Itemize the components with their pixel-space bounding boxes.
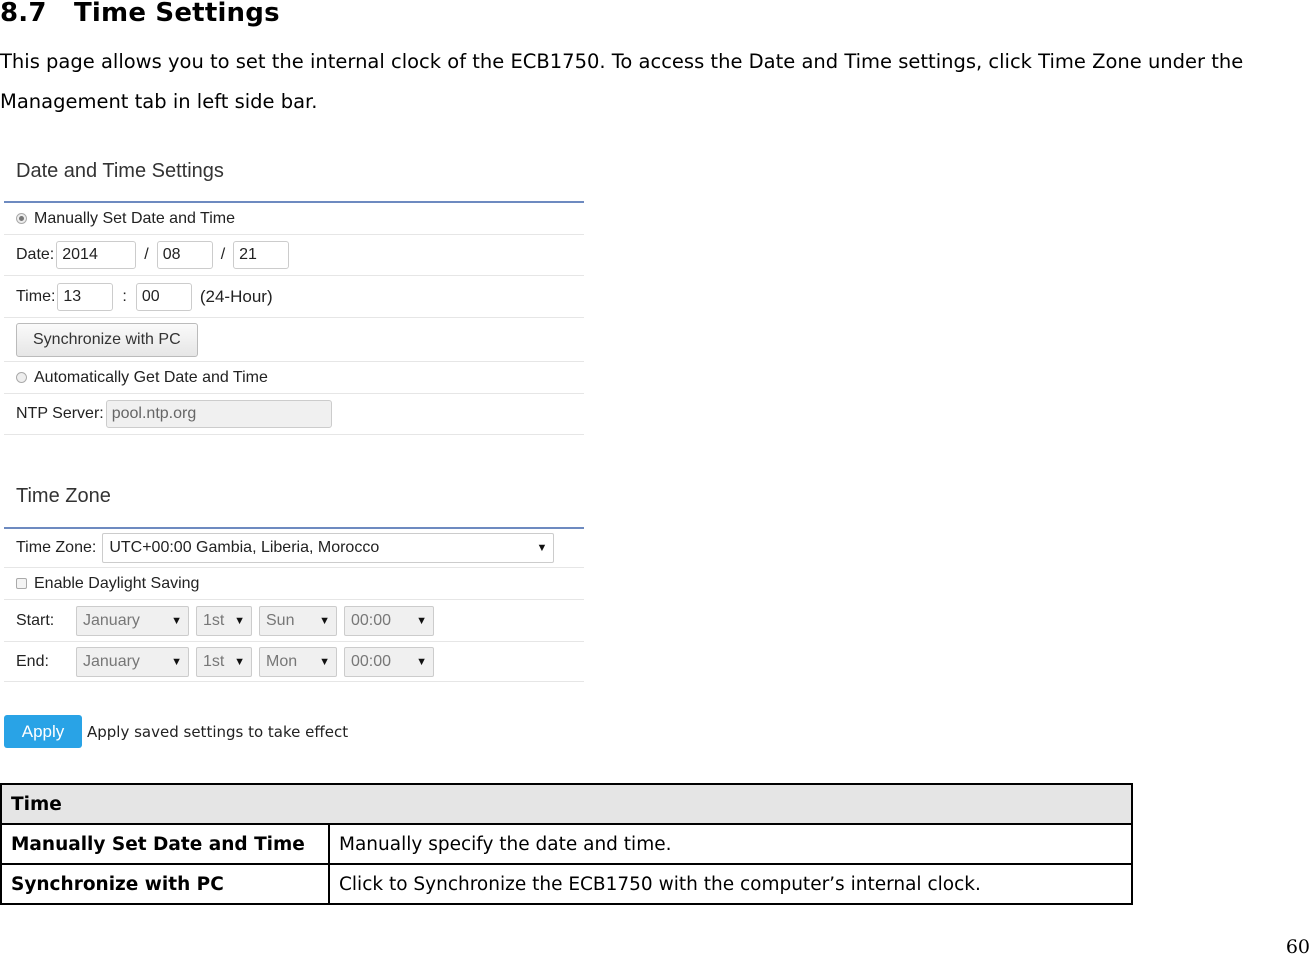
auto-radio[interactable] xyxy=(16,372,27,383)
start-week-select[interactable]: 1st ▼ xyxy=(196,605,252,636)
synchronize-with-pc-button[interactable]: Synchronize with PC xyxy=(16,322,198,357)
dst-end-row: End: January ▼ 1st ▼ Mon ▼ 00:00 ▼ xyxy=(4,642,584,682)
section-number: 8.7 xyxy=(0,0,47,28)
sync-row: Synchronize with PC xyxy=(4,318,584,362)
date-row: Date: 2014 / 08 / 21 xyxy=(4,235,584,276)
start-day-select[interactable]: Sun ▼ xyxy=(259,605,337,636)
date-separator: / xyxy=(144,246,149,263)
apply-note: Apply saved settings to take effect xyxy=(87,722,349,741)
time-minute-input[interactable]: 00 xyxy=(135,282,192,311)
table-header-row: Time xyxy=(0,783,1133,825)
start-time-select[interactable]: 00:00 ▼ xyxy=(344,605,434,636)
time-format-label: (24-Hour) xyxy=(199,286,273,306)
start-week-value: 1st xyxy=(203,611,225,629)
dropdown-arrow-icon: ▼ xyxy=(319,655,330,668)
auto-option-row: Automatically Get Date and Time xyxy=(4,362,584,394)
ntp-server-input[interactable]: pool.ntp.org xyxy=(105,400,332,428)
ntp-row: NTP Server: pool.ntp.org xyxy=(4,394,584,435)
time-zone-section-title: Time Zone xyxy=(16,485,111,507)
start-month-select[interactable]: January ▼ xyxy=(76,605,189,636)
time-row: Time: 13 : 00 (24-Hour) xyxy=(4,276,584,318)
dropdown-arrow-icon: ▼ xyxy=(171,655,182,668)
dropdown-arrow-icon: ▼ xyxy=(536,542,548,554)
dropdown-arrow-icon: ▼ xyxy=(234,655,245,668)
time-hour-input[interactable]: 13 xyxy=(57,282,114,311)
dropdown-arrow-icon: ▼ xyxy=(416,614,427,627)
table-header: Time xyxy=(0,783,1133,825)
end-time-select[interactable]: 00:00 ▼ xyxy=(344,646,434,677)
start-month-value: January xyxy=(83,611,140,629)
start-time-value: 00:00 xyxy=(351,611,392,629)
date-day-input[interactable]: 21 xyxy=(233,241,290,269)
apply-button[interactable]: Apply xyxy=(4,715,82,748)
date-year-input[interactable]: 2014 xyxy=(56,241,137,269)
dropdown-arrow-icon: ▼ xyxy=(171,614,182,627)
date-time-section-title: Date and Time Settings xyxy=(16,160,224,182)
end-week-value: 1st xyxy=(203,652,225,670)
dst-start-row: Start: January ▼ 1st ▼ Sun ▼ 00:00 ▼ xyxy=(4,600,584,642)
end-month-value: January xyxy=(83,652,140,670)
daylight-saving-label: Enable Daylight Saving xyxy=(34,574,200,592)
date-label: Date: xyxy=(16,246,55,263)
manual-option-row: Manually Set Date and Time xyxy=(4,203,584,235)
time-separator: : xyxy=(122,287,127,305)
time-zone-row: Time Zone: UTC+00:00 Gambia, Liberia, Mo… xyxy=(4,529,584,568)
table-value: Click to Synchronize the ECB1750 with th… xyxy=(328,863,1133,905)
time-zone-label: Time Zone: xyxy=(16,539,97,556)
settings-screenshot: Date and Time Settings Manually Set Date… xyxy=(4,150,584,748)
dropdown-arrow-icon: ▼ xyxy=(234,614,245,627)
manual-radio[interactable] xyxy=(16,213,27,224)
dropdown-arrow-icon: ▼ xyxy=(319,614,330,627)
intro-paragraph: This page allows you to set the internal… xyxy=(0,50,1244,113)
time-zone-select[interactable]: UTC+00:00 Gambia, Liberia, Morocco ▼ xyxy=(102,533,555,563)
auto-label: Automatically Get Date and Time xyxy=(34,368,268,386)
section-heading: 8.7 Time Settings xyxy=(0,0,280,28)
start-day-value: Sun xyxy=(266,611,295,629)
page-number: 60 xyxy=(1285,936,1310,958)
table-row: Manually Set Date and Time Manually spec… xyxy=(0,823,1133,865)
date-separator: / xyxy=(220,246,226,263)
ntp-label: NTP Server: xyxy=(16,405,104,422)
description-table: Time Manually Set Date and Time Manually… xyxy=(0,783,1133,905)
dst-row: Enable Daylight Saving xyxy=(4,568,584,600)
section-title: Time Settings xyxy=(74,0,280,28)
end-time-value: 00:00 xyxy=(351,652,392,670)
manual-label: Manually Set Date and Time xyxy=(34,209,235,227)
start-label: Start: xyxy=(16,611,55,629)
time-label: Time: xyxy=(16,287,56,305)
end-month-select[interactable]: January ▼ xyxy=(76,646,189,677)
end-week-select[interactable]: 1st ▼ xyxy=(196,646,252,677)
table-row: Synchronize with PC Click to Synchronize… xyxy=(0,863,1133,905)
end-label: End: xyxy=(16,652,49,670)
daylight-saving-checkbox[interactable] xyxy=(16,578,27,589)
end-day-select[interactable]: Mon ▼ xyxy=(259,646,337,677)
end-day-value: Mon xyxy=(266,652,298,670)
table-key: Manually Set Date and Time xyxy=(0,823,330,865)
date-month-input[interactable]: 08 xyxy=(156,241,213,269)
dropdown-arrow-icon: ▼ xyxy=(416,655,427,668)
table-value: Manually specify the date and time. xyxy=(328,823,1133,865)
table-key: Synchronize with PC xyxy=(0,863,330,905)
time-zone-value: UTC+00:00 Gambia, Liberia, Morocco xyxy=(109,539,380,556)
apply-row: Apply Apply saved settings to take effec… xyxy=(4,715,584,748)
